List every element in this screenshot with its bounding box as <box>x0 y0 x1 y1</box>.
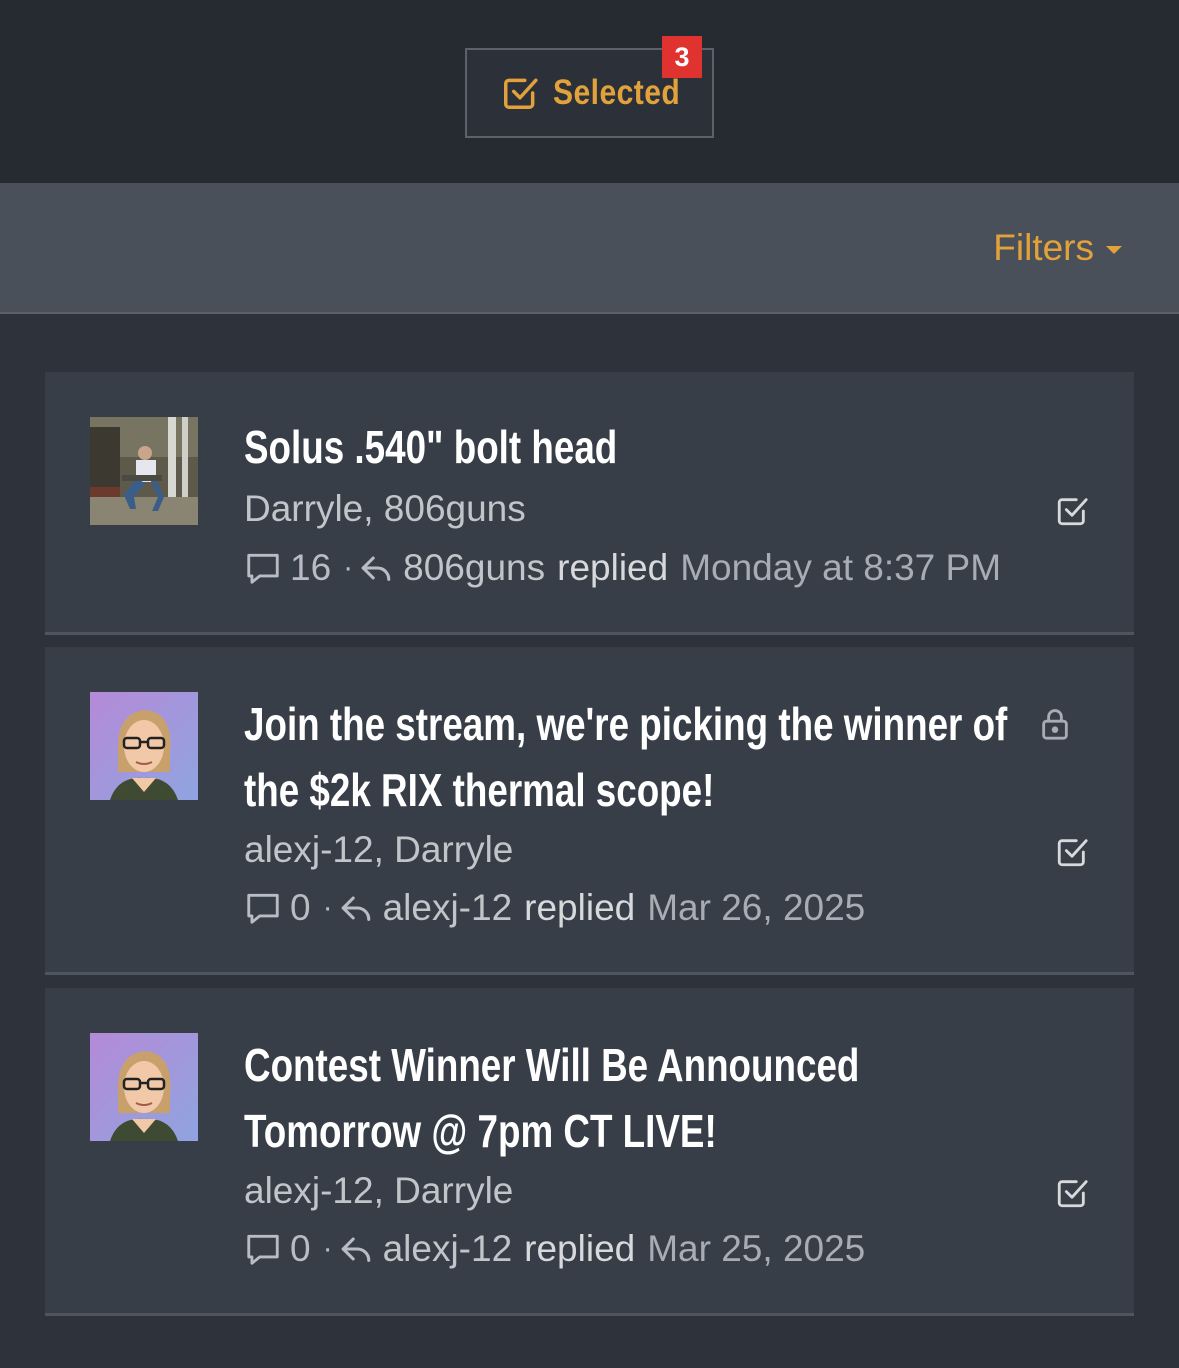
thread-meta: 16 · 806guns replied Monday at 8:37 PM <box>244 546 1001 590</box>
thread-meta: 0 · alexj-12 replied Mar 26, 2025 <box>244 886 865 930</box>
caret-down-icon <box>1106 246 1122 254</box>
thread-title[interactable]: Solus .540" bolt head <box>244 414 1034 480</box>
thread-item: Contest Winner Will Be Announced Tomorro… <box>45 988 1134 1316</box>
checkbox-checked-icon[interactable] <box>1055 494 1089 528</box>
thread-starters: alexj-12, Darryle <box>244 829 513 871</box>
user-avatar-illustrated[interactable] <box>90 1033 198 1141</box>
last-reply-date[interactable]: Mar 25, 2025 <box>647 1228 865 1270</box>
checkbox-checked-icon[interactable] <box>1055 835 1089 869</box>
filters-dropdown[interactable]: Filters <box>993 227 1122 268</box>
comment-icon <box>247 893 279 924</box>
thread-starters: alexj-12, Darryle <box>244 1170 513 1212</box>
reply-count: 0 <box>290 887 311 928</box>
thread-title[interactable]: Join the stream, we're picking the winne… <box>244 691 1034 823</box>
checkbox-checked-icon <box>503 78 538 109</box>
lock-icon <box>1042 709 1068 740</box>
last-reply-date[interactable]: Mar 26, 2025 <box>647 887 865 929</box>
meta-separator: · <box>343 551 354 584</box>
last-replier[interactable]: 806guns <box>403 547 545 589</box>
user-avatar-illustrated[interactable] <box>90 692 198 800</box>
checkbox-checked-icon[interactable] <box>1055 1176 1089 1210</box>
filter-bar: Filters <box>0 183 1179 314</box>
last-replier[interactable]: alexj-12 <box>383 887 513 929</box>
last-reply-date[interactable]: Monday at 8:37 PM <box>680 547 1001 589</box>
thread-item: Solus .540" bolt head Darryle, 806guns 1… <box>45 372 1134 635</box>
reply-icon <box>361 556 391 581</box>
thread-starters: Darryle, 806guns <box>244 488 526 530</box>
comment-icon <box>247 553 279 584</box>
filters-label: Filters <box>993 227 1094 268</box>
comment-icon <box>247 1234 279 1265</box>
starters-link[interactable]: alexj-12, Darryle <box>244 1170 513 1211</box>
selected-count-badge: 3 <box>662 36 702 78</box>
reply-icon <box>341 896 370 921</box>
reply-count: 16 <box>290 547 332 588</box>
reply-count: 0 <box>290 1228 311 1269</box>
last-replier[interactable]: alexj-12 <box>383 1228 513 1270</box>
user-avatar-photo[interactable] <box>90 417 198 525</box>
thread-meta: 0 · alexj-12 replied Mar 25, 2025 <box>244 1227 865 1271</box>
thread-item: Join the stream, we're picking the winne… <box>45 647 1134 975</box>
thread-title[interactable]: Contest Winner Will Be Announced Tomorro… <box>244 1032 1034 1164</box>
replied-verb: replied <box>557 547 669 588</box>
selected-label: Selected <box>552 73 680 112</box>
reply-icon <box>341 1237 370 1262</box>
replied-verb: replied <box>524 887 636 928</box>
meta-separator: · <box>322 1232 333 1265</box>
starters-link[interactable]: alexj-12, Darryle <box>244 829 513 870</box>
top-bar: Selected 3 <box>0 0 1179 183</box>
replied-verb: replied <box>524 1228 636 1269</box>
meta-separator: · <box>322 891 333 924</box>
starters-link[interactable]: Darryle, 806guns <box>244 488 526 529</box>
